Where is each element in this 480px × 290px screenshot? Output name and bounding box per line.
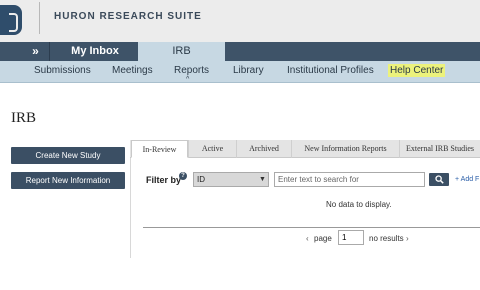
- page-title: IRB: [11, 110, 37, 126]
- create-new-study-button[interactable]: Create New Study: [11, 147, 125, 164]
- pager-results-text: no results: [369, 234, 404, 243]
- subnav-item-submissions[interactable]: Submissions: [34, 64, 91, 77]
- app-title: HURON RESEARCH SUITE: [54, 11, 202, 22]
- filter-by-label: Filter by: [146, 175, 182, 185]
- nav-tab-irb[interactable]: IRB: [138, 42, 225, 61]
- pager-label: page: [314, 234, 332, 243]
- tab-in-review[interactable]: In-Review: [131, 140, 188, 158]
- expand-menu-button[interactable]: »: [22, 42, 50, 61]
- subnav-item-meetings[interactable]: Meetings: [112, 64, 153, 77]
- dropdown-arrow-icon[interactable]: ▼: [259, 172, 266, 187]
- add-filter-link[interactable]: + Add F: [455, 176, 479, 183]
- huron-logo-icon[interactable]: [0, 5, 22, 35]
- search-icon: [435, 175, 444, 184]
- report-new-information-button[interactable]: Report New Information: [11, 172, 125, 189]
- chevron-up-icon: ^: [186, 76, 190, 83]
- subnav-item-library[interactable]: Library: [233, 64, 264, 77]
- tab-active[interactable]: Active: [188, 140, 236, 158]
- filter-field-select[interactable]: ID: [193, 172, 269, 187]
- header-divider: [39, 2, 40, 34]
- search-input[interactable]: [274, 172, 425, 187]
- tab-new-information-reports[interactable]: New Information Reports: [291, 140, 399, 158]
- search-button[interactable]: [429, 173, 449, 186]
- page-number-input[interactable]: [338, 230, 364, 245]
- subnav-item-help-center[interactable]: Help Center: [388, 64, 446, 77]
- subnav-item-institutional-profiles[interactable]: Institutional Profiles: [287, 64, 374, 77]
- help-icon[interactable]: ?: [179, 172, 187, 180]
- table-divider: [143, 227, 480, 228]
- tab-external-irb-studies[interactable]: External IRB Studies: [399, 140, 480, 158]
- previous-page-icon[interactable]: ‹: [306, 234, 309, 243]
- empty-table-message: No data to display.: [326, 200, 392, 209]
- nav-tab-my-inbox[interactable]: My Inbox: [52, 42, 138, 61]
- tab-archived[interactable]: Archived: [236, 140, 291, 158]
- next-page-icon[interactable]: ›: [406, 234, 409, 243]
- subnav-item-reports[interactable]: Reports: [174, 64, 209, 77]
